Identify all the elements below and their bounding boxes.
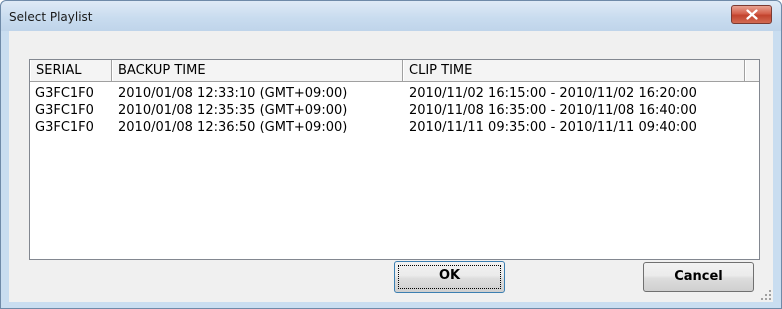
row-serial: G3FC1F0	[35, 103, 94, 118]
row-backup-time: 2010/01/08 12:35:35 (GMT+09:00)	[118, 103, 348, 118]
column-header-filler	[745, 60, 759, 81]
resize-grip-icon[interactable]	[760, 289, 772, 301]
row-backup-time: 2010/01/08 12:36:50 (GMT+09:00)	[118, 120, 348, 135]
focus-rectangle	[398, 265, 501, 289]
cancel-button[interactable]: Cancel	[643, 262, 754, 292]
ok-button[interactable]: OK	[394, 261, 505, 293]
row-serial: G3FC1F0	[35, 120, 94, 135]
row-clip-time: 2010/11/02 16:15:00 - 2010/11/02 16:20:0…	[409, 86, 697, 101]
row-backup-time: 2010/01/08 12:33:10 (GMT+09:00)	[118, 86, 348, 101]
select-playlist-dialog: Select Playlist SERIAL BACKUP TIME CLIP …	[0, 0, 782, 309]
row-clip-time: 2010/11/11 09:35:00 - 2010/11/11 09:40:0…	[409, 120, 697, 135]
dialog-client-area: SERIAL BACKUP TIME CLIP TIME G3FC1F0 201…	[9, 31, 773, 302]
table-row[interactable]: G3FC1F0 2010/01/08 12:33:10 (GMT+09:00) …	[30, 85, 759, 102]
close-icon	[746, 9, 758, 20]
cancel-button-label: Cancel	[674, 269, 723, 284]
close-button[interactable]	[731, 5, 772, 24]
window-title: Select Playlist	[9, 10, 93, 24]
table-row[interactable]: G3FC1F0 2010/01/08 12:35:35 (GMT+09:00) …	[30, 102, 759, 119]
table-row[interactable]: G3FC1F0 2010/01/08 12:36:50 (GMT+09:00) …	[30, 119, 759, 136]
column-header-clip-time[interactable]: CLIP TIME	[403, 60, 745, 81]
row-serial: G3FC1F0	[35, 86, 94, 101]
title-bar[interactable]: Select Playlist	[1, 1, 781, 31]
list-header: SERIAL BACKUP TIME CLIP TIME	[30, 60, 759, 82]
playlist-list[interactable]: SERIAL BACKUP TIME CLIP TIME G3FC1F0 201…	[29, 59, 760, 260]
row-clip-time: 2010/11/08 16:35:00 - 2010/11/08 16:40:0…	[409, 103, 697, 118]
column-header-serial[interactable]: SERIAL	[30, 60, 112, 81]
column-header-backup-time[interactable]: BACKUP TIME	[112, 60, 403, 81]
